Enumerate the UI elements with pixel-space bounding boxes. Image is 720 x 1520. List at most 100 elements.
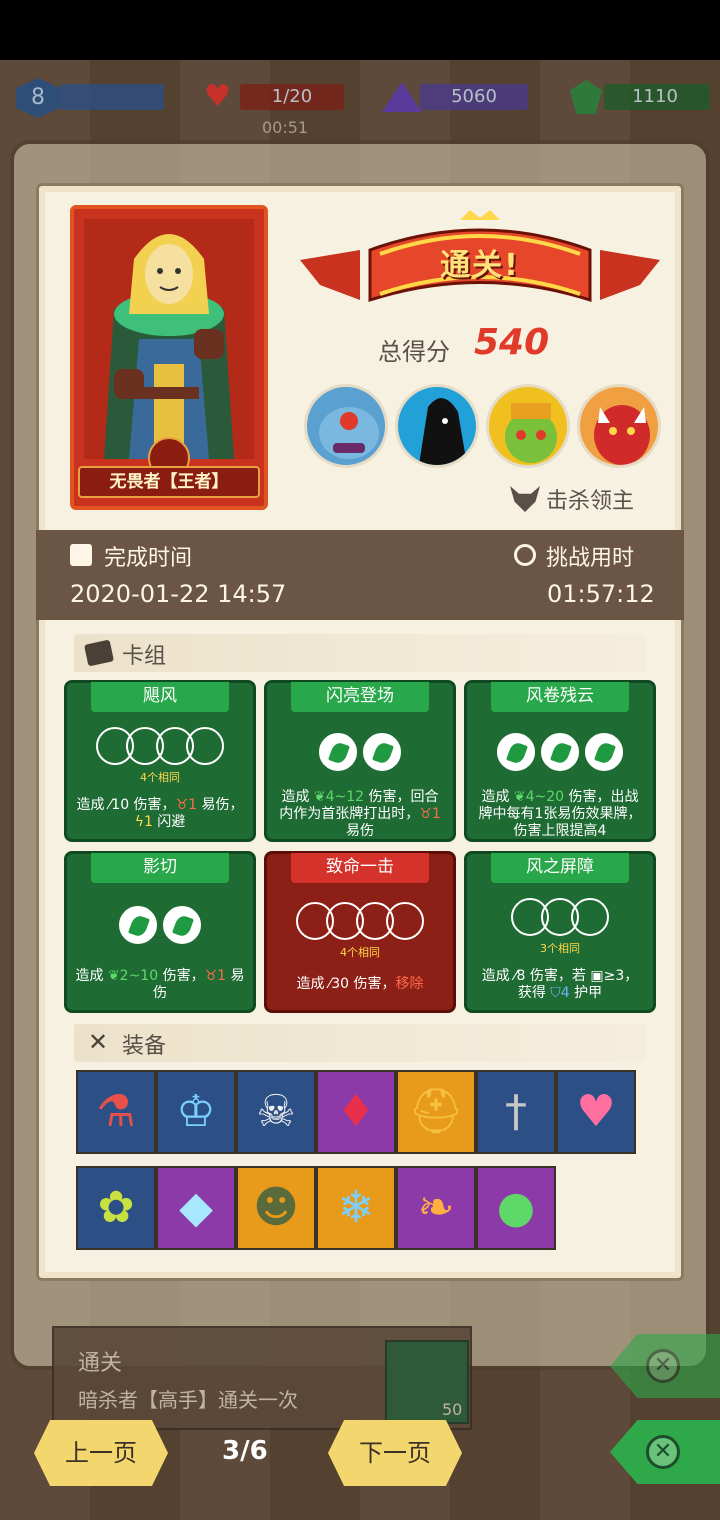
hero-card: 无畏者【王者】: [70, 205, 268, 510]
phoenix-feather-icon: ❧: [417, 1182, 455, 1233]
equipment-section-header: ✕ 装备: [74, 1024, 646, 1062]
card-description: 造成 ❦4~20 伤害，出战牌中每有1张易伤效果牌，伤害上限提高4: [478, 789, 642, 839]
boss-portrait-1: [304, 384, 388, 468]
frost-gem-icon: ❄: [337, 1182, 375, 1233]
card-title: 影切: [91, 853, 229, 883]
hp-value: 1/20: [271, 86, 313, 107]
equipment-slot[interactable]: ♔: [156, 1070, 236, 1154]
equipment-slot[interactable]: ⚗: [76, 1070, 156, 1154]
kill-lord-label: 击杀领主: [546, 489, 635, 514]
card-title: 风卷残云: [491, 682, 629, 712]
ice-crown-icon: ♔: [176, 1086, 216, 1137]
skill-card[interactable]: 飓风 4个相同 造成 ⁄10 伤害，♉1 易伤，ϟ1 闪避: [64, 680, 256, 842]
equipment-slot[interactable]: ❧: [396, 1166, 476, 1250]
equipment-slot[interactable]: ◆: [156, 1166, 236, 1250]
prev-page-button[interactable]: 上一页: [34, 1420, 168, 1486]
stopwatch-icon: [514, 544, 536, 566]
hp-bar: ♥ 1/20: [200, 78, 344, 116]
score-label: 总得分: [378, 338, 450, 366]
mask-icon: ☻: [253, 1182, 299, 1233]
complete-time-label: 完成时间: [104, 546, 193, 571]
same-count: 3个相同: [540, 942, 580, 955]
card-slots: [67, 906, 253, 944]
vulnerable-icon: ♉: [204, 968, 218, 984]
boss-portrait-3: [486, 384, 570, 468]
hero-name: 无畏者【王者】: [78, 466, 260, 498]
same-count: 4个相同: [340, 946, 380, 959]
equipment-slot[interactable]: ☠: [236, 1070, 316, 1154]
card-description: 造成 ⁄10 伤害，♉1 易伤，ϟ1 闪避: [76, 797, 244, 830]
equipment-slot[interactable]: ✿: [76, 1166, 156, 1250]
complete-time-value: 2020-01-22 14:57: [70, 580, 287, 608]
card-title: 闪亮登场: [291, 682, 429, 712]
boss-portrait-4: [577, 384, 661, 468]
card-description: 造成 ⁄30 伤害，移除: [296, 976, 424, 992]
equipment-slot[interactable]: ●: [476, 1166, 556, 1250]
crystal-bar: 1110: [568, 78, 710, 116]
leaf-icon: ❦: [313, 789, 326, 805]
deck-section-header: 卡组: [74, 634, 646, 672]
timer-text: 00:51: [262, 118, 309, 137]
diamond-icon: ◆: [179, 1182, 213, 1233]
achievement-reward: 50: [442, 1400, 463, 1419]
cards-icon: [83, 639, 115, 667]
victory-title: 通关!: [440, 248, 520, 283]
status-bar: [0, 0, 720, 60]
heart-box-icon: ♥: [576, 1086, 616, 1137]
skill-card[interactable]: 风之屏障 3个相同 造成 ⁄8 伤害，若 ▣≥3，获得 ⛉4 护甲: [464, 851, 656, 1013]
achievement-title: 通关: [78, 1351, 123, 1376]
card-title: 致命一击: [291, 853, 429, 883]
deck-section-title: 卡组: [122, 644, 167, 669]
card-title: 风之屏障: [491, 853, 629, 883]
golden-helmet-icon: ⛑: [408, 1086, 464, 1137]
victory-banner: 通关!: [300, 210, 660, 310]
dagger-icon: †: [505, 1086, 527, 1137]
equipment-section-title: 装备: [122, 1034, 167, 1059]
card-title: 飓风: [91, 682, 229, 712]
challenge-time-label: 挑战用时: [546, 546, 635, 571]
leaf-card-icon: ▣: [590, 968, 604, 984]
gem-value: 5060: [451, 86, 497, 107]
skill-card[interactable]: 风卷残云 造成 ❦4~20 伤害，出战牌中每有1张易伤效果牌，伤害上限提高4: [464, 680, 656, 842]
wind-orb-icon: ●: [496, 1182, 536, 1233]
equipment-slot[interactable]: ♦: [316, 1070, 396, 1154]
equipment-slot[interactable]: †: [476, 1070, 556, 1154]
card-slots: [67, 727, 253, 765]
shield-icon: ⛉: [550, 985, 561, 1001]
skill-card[interactable]: 闪亮登场 造成 ❦4~12 伤害，回合内作为首张牌打出时，♉1 易伤: [264, 680, 456, 842]
score-value: 540: [474, 322, 550, 363]
card-slots: [467, 898, 653, 936]
leafy-cube-icon: ✿: [97, 1182, 135, 1233]
leaf-icon: ❦: [513, 789, 526, 805]
card-slots: [267, 902, 453, 940]
achievement-description: 暗杀者【高手】通关一次: [78, 1388, 298, 1412]
next-page-button[interactable]: 下一页: [328, 1420, 462, 1486]
xp-bar: [60, 78, 164, 116]
skill-card[interactable]: 致命一击 4个相同 造成 ⁄30 伤害，移除: [264, 851, 456, 1013]
equipment-slot[interactable]: ♥: [556, 1070, 636, 1154]
crossed-tools-icon: ✕: [88, 1028, 109, 1056]
skull-icon: ☠: [256, 1086, 296, 1137]
equipment-slot[interactable]: ❄: [316, 1166, 396, 1250]
card-description: 造成 ❦4~12 伤害，回合内作为首张牌打出时，♉1 易伤: [279, 789, 441, 839]
film-icon: [70, 544, 92, 566]
leaf-icon: ❦: [107, 968, 120, 984]
vulnerable-icon: ♉: [175, 797, 189, 813]
challenge-time-value: 01:57:12: [547, 580, 655, 608]
equipment-slot[interactable]: ☻: [236, 1166, 316, 1250]
crystal-value: 1110: [632, 86, 678, 107]
skill-card[interactable]: 影切 造成 ❦2~10 伤害，♉1 易伤: [64, 851, 256, 1013]
equipment-slot[interactable]: ⛑: [396, 1070, 476, 1154]
gem-bar: 5060: [380, 78, 528, 116]
boss-portrait-2: [395, 384, 479, 468]
potion-jar-icon: ⚗: [96, 1086, 136, 1137]
card-slots: [467, 733, 653, 771]
card-slots: [267, 733, 453, 771]
same-count: 4个相同: [140, 771, 180, 784]
hero-portrait: [84, 219, 254, 459]
card-description: 造成 ❦2~10 伤害，♉1 易伤: [75, 968, 245, 1001]
card-description: 造成 ⁄8 伤害，若 ▣≥3，获得 ⛉4 护甲: [481, 968, 639, 1001]
close-icon: ✕: [646, 1435, 680, 1469]
ruby-necklace-icon: ♦: [336, 1086, 376, 1137]
lightning-icon: ϟ: [134, 814, 144, 830]
